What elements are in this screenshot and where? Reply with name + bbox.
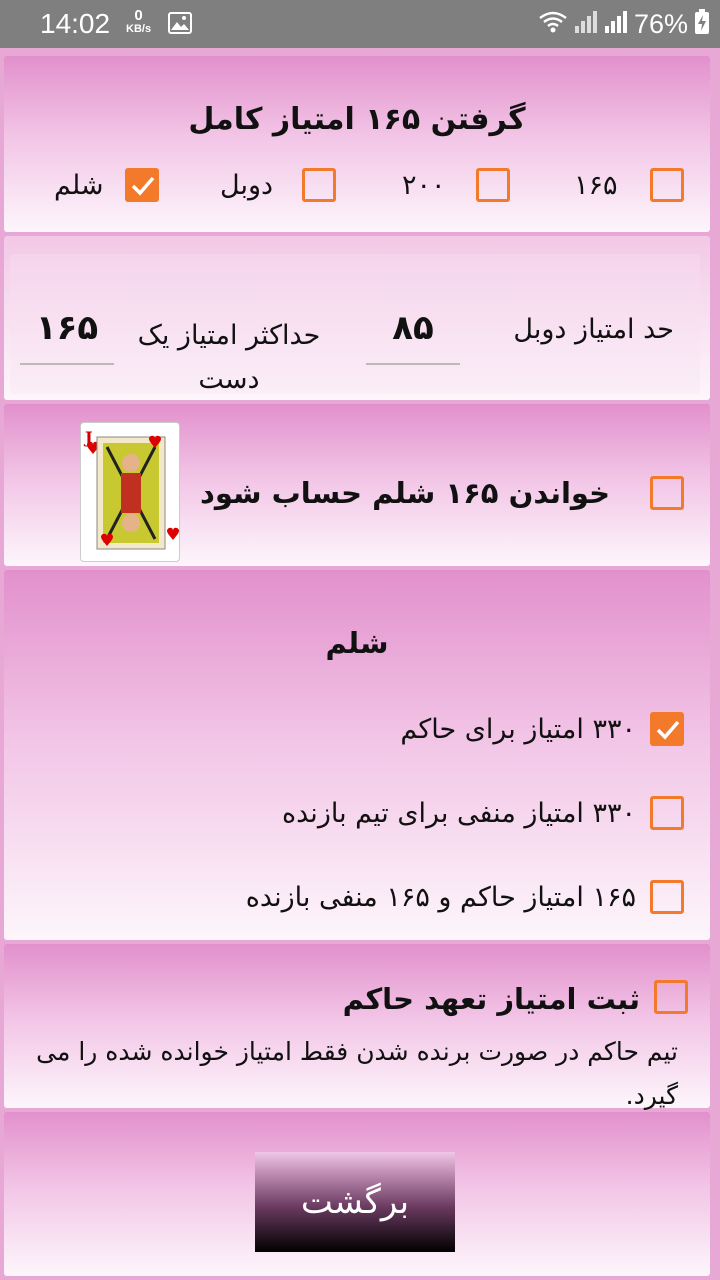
slam-panel: شلم ۳۳۰ امتیاز برای حاکم ۳۳۰ امتیاز منفی… [4,570,710,940]
option-slam-checkbox[interactable] [125,168,159,202]
commitment-panel: ثبت امتیاز تعهد حاکم تیم حاکم در صورت بر… [4,944,710,1110]
back-button[interactable]: برگشت [255,1152,455,1252]
signal-icon-2 [604,10,628,39]
commitment-description: تیم حاکم در صورت برنده شدن فقط امتیاز خو… [36,1037,678,1110]
checkmark-icon [656,720,680,740]
max-score-label: حداکثر امتیاز یک دست [137,320,321,395]
battery-charging-icon [694,8,710,40]
jack-card-art: J [83,428,179,550]
status-time: 14:02 [40,8,111,39]
network-speed: 0 KB/s [126,8,151,35]
call-slam-checkbox[interactable] [650,476,684,510]
wifi-icon [538,10,568,39]
option-200-checkbox[interactable] [476,168,510,202]
status-bar: 14:02 0 KB/s 76% [0,0,720,48]
network-speed-value: 0 [134,7,143,24]
commitment-title: ثبت امتیاز تعهد حاکم [342,982,640,1016]
image-notification-icon [168,12,192,39]
double-limit-label: حد امتیاز دوبل [513,314,674,345]
slam-option-3-label: ۱۶۵ امتیاز حاکم و ۱۶۵ منفی بازنده [245,882,636,913]
option-slam-label: شلم [54,170,104,201]
slam-title: شلم [325,626,389,660]
slam-option-2-label: ۳۳۰ امتیاز منفی برای تیم بازنده [281,798,636,829]
commitment-checkbox[interactable] [654,980,688,1014]
option-165-checkbox[interactable] [650,168,684,202]
slam-option-3-checkbox[interactable] [650,880,684,914]
option-200-label: ۲۰۰ [402,170,446,201]
limits-panel: حد امتیاز دوبل ۸۵ حداکثر امتیاز یک دست ۱… [4,236,710,400]
option-double-label: دوبل [220,170,274,201]
battery-percent: 76% [633,8,688,39]
max-score-value[interactable]: ۱۶۵ [20,308,114,348]
call-slam-label: خواندن ۱۶۵ شلم حساب شود [199,476,610,510]
full-score-title: گرفتن ۱۶۵ امتیاز کامل [188,102,526,137]
max-score-underline [20,363,114,365]
signal-icon [574,10,598,39]
checkmark-icon [131,176,155,196]
full-score-panel: گرفتن ۱۶۵ امتیاز کامل ۱۶۵ ۲۰۰ دوبل شلم [4,56,710,232]
double-limit-value[interactable]: ۸۵ [366,308,460,348]
option-165-label: ۱۶۵ [574,170,618,201]
jack-of-hearts-card: J [80,422,180,562]
double-limit-underline [366,363,460,365]
slam-option-1-label: ۳۳۰ امتیاز برای حاکم [400,714,636,745]
status-right: 76% [538,8,710,40]
slam-option-1-checkbox[interactable] [650,712,684,746]
network-speed-unit: KB/s [126,23,152,35]
option-double-checkbox[interactable] [302,168,336,202]
slam-option-2-checkbox[interactable] [650,796,684,830]
